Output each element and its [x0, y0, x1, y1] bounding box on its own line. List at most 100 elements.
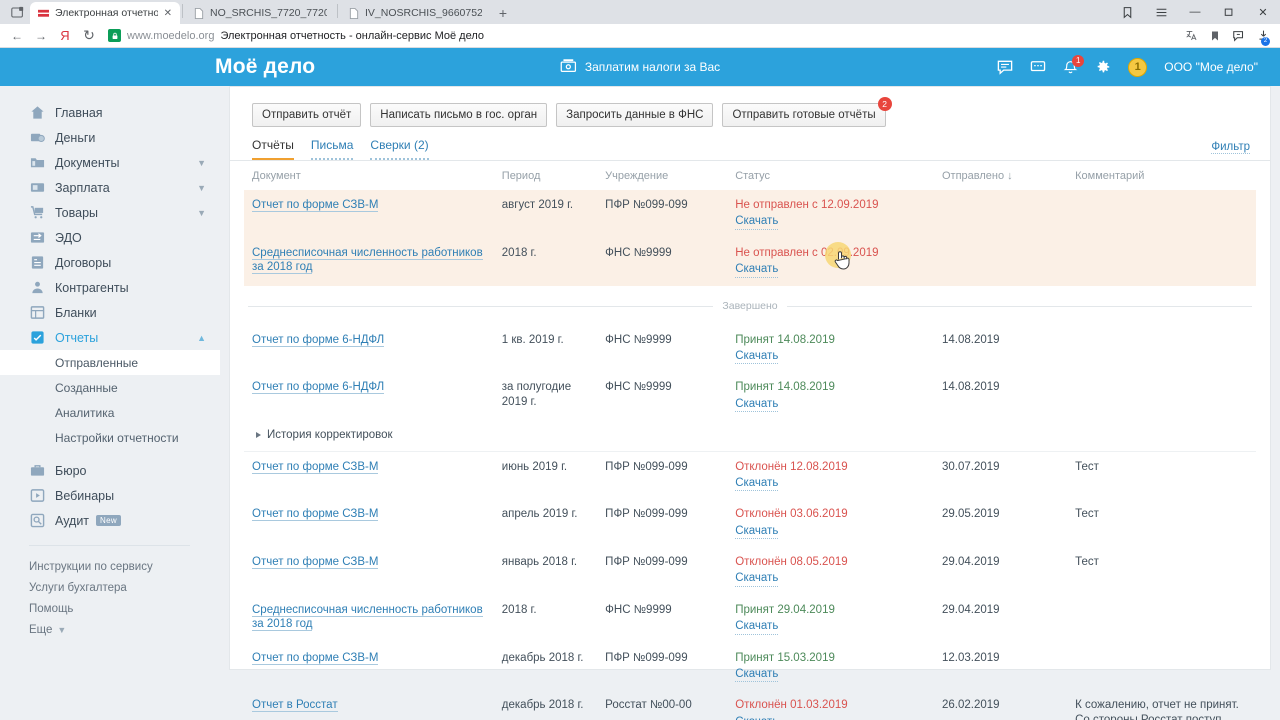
- avatar[interactable]: 1: [1128, 57, 1148, 77]
- table-row[interactable]: Отчет в Росстат декабрь 2018 г. Росстат …: [244, 690, 1256, 720]
- messages-icon[interactable]: [1030, 60, 1046, 74]
- table-row[interactable]: Отчет по форме СЗВ-М июнь 2019 г. ПФР №0…: [244, 450, 1256, 500]
- download-link[interactable]: Скачать: [735, 349, 779, 365]
- table-row[interactable]: Среднесписочная численность работников з…: [244, 595, 1256, 643]
- document-link[interactable]: Отчет по форме СЗВ-М: [252, 460, 379, 474]
- write-letter-button[interactable]: Написать письмо в гос. орган: [370, 103, 548, 127]
- yandex-icon[interactable]: Я: [54, 25, 76, 47]
- sidebar-item-partners[interactable]: Контрагенты: [0, 275, 220, 300]
- sidebar-item-reports[interactable]: Отчеты ▲: [0, 325, 220, 350]
- triangle-right-icon[interactable]: [256, 432, 261, 439]
- tab-reconciliations[interactable]: Сверки (2): [370, 138, 429, 160]
- document-link[interactable]: Отчет по форме СЗВ-М: [252, 199, 379, 212]
- download-link[interactable]: Скачать: [735, 619, 779, 635]
- sidebar-item-salary[interactable]: Зарплата ▼: [0, 175, 220, 200]
- filter-link[interactable]: Фильтр: [1211, 141, 1250, 154]
- document-link[interactable]: Отчет по форме СЗВ-М: [252, 508, 379, 522]
- sidebar-item-audit[interactable]: Аудит New: [0, 508, 220, 533]
- browser-tab-3[interactable]: IV_NOSRCHIS_966075296: [340, 2, 490, 24]
- sidebar-item-webinars[interactable]: Вебинары: [0, 483, 220, 508]
- history-label[interactable]: История корректировок: [267, 428, 393, 442]
- forward-icon[interactable]: →: [30, 25, 52, 47]
- document-link[interactable]: Отчет по форме 6-НДФЛ: [252, 381, 385, 395]
- sidebar-item-home[interactable]: Главная: [0, 100, 220, 125]
- browser-tab-2[interactable]: NO_SRCHIS_7720_7720_56: [185, 2, 335, 24]
- column-header-comment[interactable]: Комментарий: [1071, 161, 1256, 190]
- sidebar-link-help[interactable]: Помощь: [0, 598, 220, 619]
- table-row[interactable]: Отчет по форме 6-НДФЛ 1 кв. 2019 г. ФНС …: [244, 325, 1256, 373]
- sidebar-link-instructions[interactable]: Инструкции по сервису: [0, 556, 220, 577]
- download-link[interactable]: Скачать: [735, 667, 779, 683]
- chevron-down-icon[interactable]: ▼: [197, 183, 206, 193]
- tab-reports[interactable]: Отчёты: [252, 138, 294, 160]
- chevron-up-icon[interactable]: ▲: [197, 333, 206, 343]
- new-tab-button[interactable]: +: [490, 2, 516, 24]
- sidebar-item-analytics[interactable]: Аналитика: [0, 400, 220, 425]
- reading-list-icon[interactable]: [1204, 25, 1226, 47]
- document-link[interactable]: Отчет в Росстат: [252, 699, 338, 713]
- tab-search-icon[interactable]: [4, 0, 30, 24]
- gear-icon[interactable]: [1095, 59, 1111, 75]
- document-link[interactable]: Отчет по форме СЗВ-М: [252, 651, 379, 665]
- table-row[interactable]: Отчет по форме СЗВ-М август 2019 г. ПФР …: [244, 190, 1256, 238]
- download-link[interactable]: Скачать: [735, 397, 779, 413]
- sidebar-item-created-reports[interactable]: Созданные: [0, 375, 220, 400]
- close-icon[interactable]: ✕: [164, 8, 172, 19]
- table-row[interactable]: Отчет по форме СЗВ-М декабрь 2018 г. ПФР…: [244, 643, 1256, 691]
- chevron-down-icon[interactable]: ▼: [197, 158, 206, 168]
- table-row[interactable]: Отчет по форме СЗВ-М апрель 2019 г. ПФР …: [244, 499, 1256, 547]
- download-link[interactable]: Скачать: [735, 571, 779, 587]
- request-fns-data-button[interactable]: Запросить данные в ФНС: [556, 103, 714, 127]
- translate-icon[interactable]: [1180, 25, 1202, 47]
- download-link[interactable]: Скачать: [735, 476, 779, 492]
- bell-icon[interactable]: 1: [1063, 54, 1085, 75]
- sidebar-item-forms[interactable]: Бланки: [0, 300, 220, 325]
- chat-icon[interactable]: [997, 60, 1013, 75]
- send-ready-reports-button[interactable]: Отправить готовые отчёты 2: [722, 97, 892, 127]
- table-row[interactable]: Отчет по форме СЗВ-М январь 2018 г. ПФР …: [244, 547, 1256, 595]
- column-header-period[interactable]: Период: [498, 161, 601, 190]
- document-link[interactable]: Среднесписочная численность работников з…: [252, 603, 483, 632]
- tab-letters[interactable]: Письма: [310, 138, 354, 160]
- browser-menu-icon[interactable]: [1144, 0, 1178, 24]
- table-row[interactable]: Отчет по форме 6-НДФЛ за полугодие 2019 …: [244, 372, 1256, 420]
- sidebar-item-sent-reports[interactable]: Отправленные: [0, 350, 220, 375]
- download-link[interactable]: Скачать: [735, 524, 779, 539]
- sidebar-item-edo[interactable]: ЭДО: [0, 225, 220, 250]
- column-header-org[interactable]: Учреждение: [601, 161, 731, 190]
- address-bar[interactable]: www.moedelo.org Электронная отчетность -…: [108, 26, 1178, 46]
- table-row[interactable]: Среднесписочная численность работников з…: [244, 237, 1256, 286]
- sidebar-item-goods[interactable]: Товары ▼: [0, 200, 220, 225]
- collections-icon[interactable]: [1228, 25, 1250, 47]
- downloads-icon[interactable]: 2: [1252, 25, 1274, 47]
- history-row[interactable]: История корректировок: [244, 420, 1256, 451]
- sidebar-link-accountant-services[interactable]: Услуги бухгалтера: [0, 577, 220, 598]
- download-link[interactable]: Скачать: [735, 715, 778, 720]
- column-header-sent[interactable]: Отправлено ↓: [938, 161, 1071, 190]
- download-link[interactable]: Скачать: [735, 262, 779, 278]
- bookmark-icon[interactable]: [1110, 0, 1144, 24]
- sidebar-item-buro[interactable]: Бюро: [0, 458, 220, 483]
- column-header-document[interactable]: Документ: [244, 161, 498, 190]
- close-button[interactable]: ✕: [1246, 0, 1280, 24]
- sidebar-link-more[interactable]: Еще ▼: [0, 619, 220, 640]
- back-icon[interactable]: ←: [6, 25, 28, 47]
- document-link[interactable]: Среднесписочная численность работников з…: [252, 246, 483, 275]
- sidebar-item-money[interactable]: Деньги: [0, 125, 220, 150]
- pay-taxes-action[interactable]: Заплатим налоги за Вас: [560, 58, 720, 76]
- sidebar-item-documents[interactable]: Документы ▼: [0, 150, 220, 175]
- download-link[interactable]: Скачать: [735, 214, 779, 230]
- send-report-button[interactable]: Отправить отчёт: [252, 103, 362, 127]
- app-logo[interactable]: Моё дело: [215, 55, 315, 79]
- minimize-button[interactable]: —: [1178, 0, 1212, 24]
- company-name[interactable]: ООО "Мое дело": [1164, 60, 1258, 74]
- browser-tab-active[interactable]: Электронная отчетнос ✕: [30, 2, 180, 24]
- maximize-button[interactable]: [1212, 0, 1246, 24]
- document-link[interactable]: Отчет по форме СЗВ-М: [252, 556, 379, 569]
- chevron-down-icon[interactable]: ▼: [197, 208, 206, 218]
- sidebar-item-contracts[interactable]: Договоры: [0, 250, 220, 275]
- reload-icon[interactable]: ↻: [78, 25, 100, 47]
- column-header-status[interactable]: Статус: [731, 161, 938, 190]
- sidebar-item-report-settings[interactable]: Настройки отчетности: [0, 425, 220, 450]
- document-link[interactable]: Отчет по форме 6-НДФЛ: [252, 333, 385, 347]
